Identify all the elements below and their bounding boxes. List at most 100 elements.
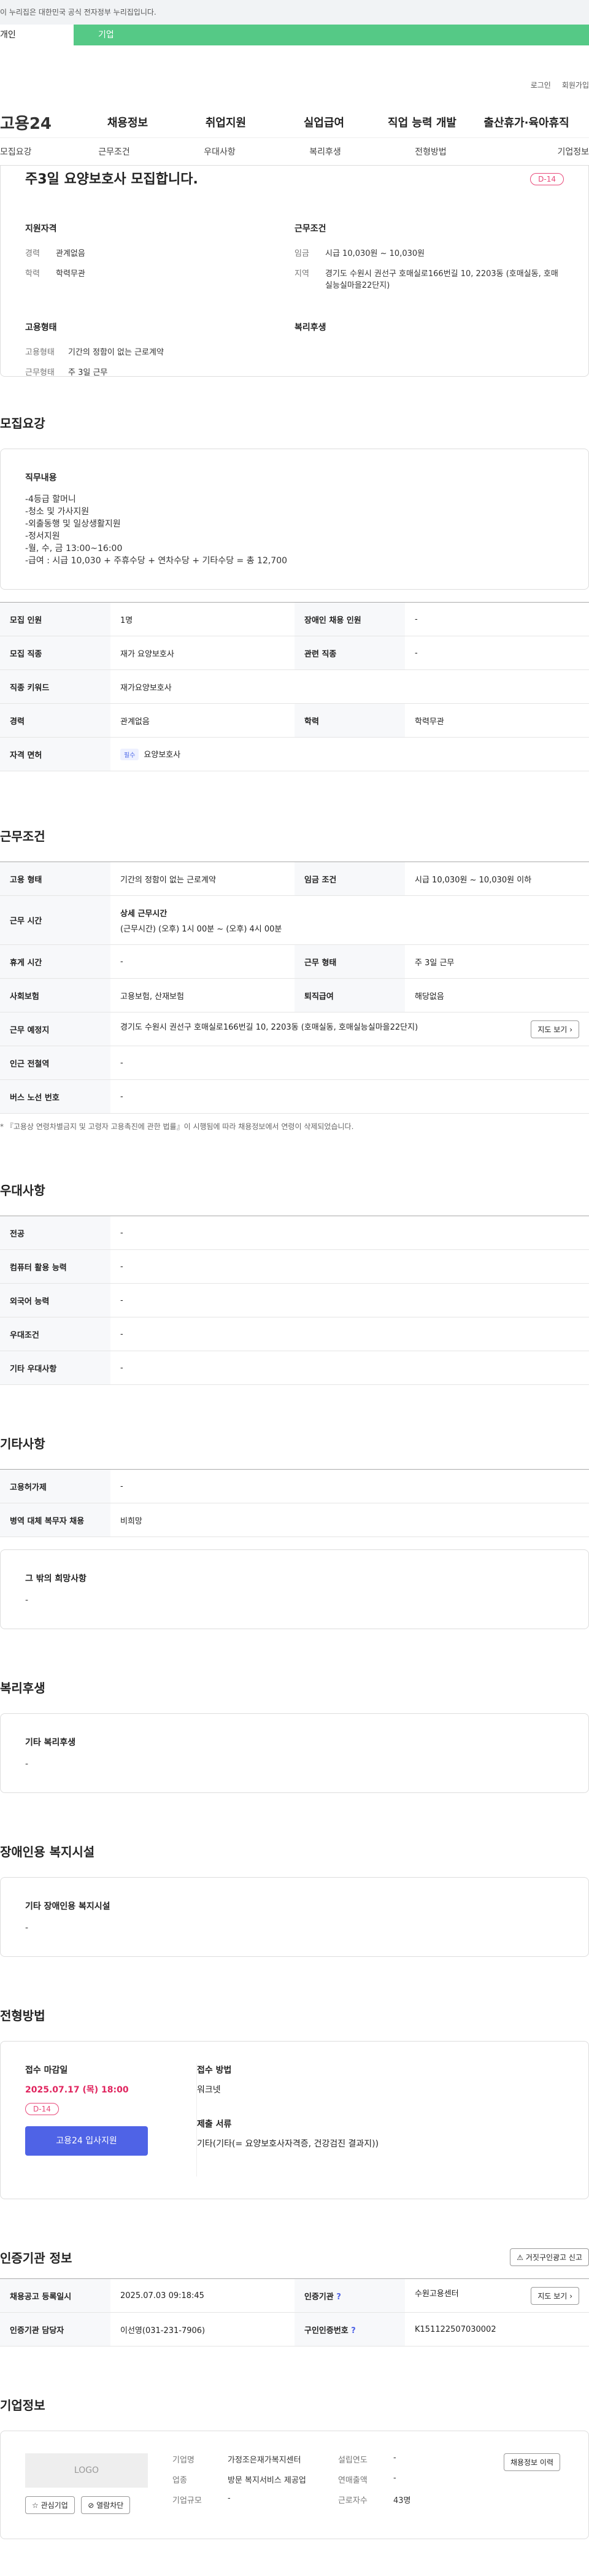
history-button[interactable]: 채용정보 이력	[503, 2453, 560, 2471]
table-row: 전공 -	[0, 1216, 589, 1250]
method-label: 접수 방법	[197, 2065, 232, 2075]
preference-heading: 우대사항	[0, 1183, 45, 1198]
row-label: 인증기관 담당자	[0, 2312, 110, 2347]
size-value: -	[228, 2494, 231, 2503]
name-label: 기업명	[172, 2456, 194, 2465]
help-icon[interactable]: ?	[351, 2326, 356, 2335]
apply-button[interactable]: 고용24 입사지원	[25, 2126, 148, 2156]
favorite-button[interactable]: ☆ 관심기업	[25, 2496, 75, 2514]
row-label: 고용허가제	[0, 1469, 110, 1503]
row-label: 우대조건	[0, 1317, 110, 1351]
row-value: 지도 보기 › 경기도 수원시 권선구 호매실로166번길 10, 2203동 (…	[110, 1012, 589, 1046]
row-value: -	[110, 944, 294, 979]
sales-value: -	[393, 2474, 396, 2483]
table-row: 병역 대체 복무자 채용 비희망	[0, 1503, 589, 1537]
row-label: 직종 키워드	[0, 669, 110, 704]
row-value: -	[110, 1079, 589, 1114]
star-icon: ☆	[32, 2501, 39, 2510]
row-value: -	[110, 1046, 589, 1080]
report-button[interactable]: ⚠ 거짓구인광고 신고	[510, 2248, 589, 2266]
row-label: 고용 형태	[0, 862, 110, 896]
table-row: 인근 전철역 -	[0, 1046, 589, 1080]
row-label: 모집 인원	[0, 602, 110, 636]
place-value: 경기도 수원시 권선구 호매실로166번길 10, 2203동 (호매실동, 호…	[120, 1022, 418, 1032]
welfare-label: 기타 복리후생	[25, 1738, 76, 1748]
row-label: 채용공고 등록일시	[0, 2278, 110, 2313]
table-row: 버스 노선 번호 -	[0, 1079, 589, 1114]
table-row: 기타 우대사항 -	[0, 1351, 589, 1385]
row-value: 학력무관	[405, 703, 589, 738]
row-label: 인근 전철역	[0, 1046, 110, 1080]
nav-unemployment-benefit[interactable]: 실업급여	[275, 114, 373, 130]
table-row: 고용허가제 -	[0, 1469, 589, 1503]
row-value: 관계없음	[110, 703, 294, 738]
emp-value: 기간의 정함이 없는 근로계약	[68, 348, 164, 357]
row-value: -	[405, 602, 589, 636]
table-row: 근무 예정지 지도 보기 › 경기도 수원시 권선구 호매실로166번길 10, 2…	[0, 1012, 589, 1046]
chevron-right-icon: ›	[569, 1025, 572, 1034]
deadline-label: 접수 마감일	[25, 2065, 68, 2075]
license-value: 요양보호사	[144, 750, 181, 760]
chevron-right-icon: ›	[569, 2291, 572, 2300]
table-row: 경력 관계없음 학력 학력무관	[0, 703, 589, 738]
wage-label: 임금	[294, 249, 309, 258]
org-value: 수원고용센터	[415, 2289, 459, 2299]
region-value: 경기도 수원시 권선구 호매실로166번길 10, 2203동 (호매실동, 호…	[325, 269, 558, 290]
warning-icon: ⚠	[517, 2253, 524, 2262]
nav-jobs[interactable]: 채용정보	[79, 114, 177, 130]
conditions-table: 고용 형태 기간의 정함이 없는 근로계약 임금 조건 시급 10,030원 ~ 10…	[0, 862, 589, 1114]
career-value: 관계없음	[56, 249, 85, 258]
tab-recruit[interactable]: 모집요강	[0, 145, 61, 158]
row-label: 휴게 시간	[0, 944, 110, 979]
row-label: 병역 대체 복무자 채용	[0, 1503, 110, 1537]
industry-value: 방문 복지서비스 제공업	[228, 2476, 306, 2485]
agency-heading: 인증기관 정보	[0, 2251, 72, 2266]
row-value: -	[110, 1469, 589, 1503]
row-value: -	[110, 1351, 589, 1385]
tab-selection[interactable]: 전형방법	[378, 145, 483, 158]
emp-type-heading: 고용형태	[25, 323, 57, 333]
selection-dday-badge: D-14	[25, 2103, 59, 2115]
page-bottom-spacer	[0, 2539, 589, 2576]
nav-skills[interactable]: 직업 능력 개발	[373, 114, 471, 130]
login-link[interactable]: 로그인	[531, 80, 551, 107]
disabled-label: 기타 장애인용 복지시설	[25, 1902, 110, 1911]
map-button-label: 지도 보기	[537, 1025, 568, 1034]
row-value: 고용보험, 산재보험	[110, 978, 294, 1012]
sales-label: 연매출액	[337, 2476, 368, 2485]
site-logo[interactable]: 고용24	[0, 111, 79, 134]
tab-company[interactable]: 기업정보	[483, 145, 589, 158]
tab-company[interactable]: 기업	[74, 25, 160, 45]
hours-value: (근무시간) (오후) 1시 00분 ~ (오후) 4시 00분	[120, 924, 282, 934]
agency-map-button[interactable]: 지도 보기 ›	[531, 2286, 579, 2305]
wage-value: 시급 10,030원 ~ 10,030원	[325, 249, 425, 258]
block-button[interactable]: ⊘ 열람차단	[81, 2496, 131, 2514]
map-button[interactable]: 지도 보기 ›	[531, 1020, 579, 1038]
row-value: 필수 요양보호사	[110, 737, 589, 771]
disabled-heading: 장애인용 복지시설	[0, 1845, 95, 1859]
row-label: 버스 노선 번호	[0, 1079, 110, 1114]
recruit-table: 모집 인원 1명 장애인 채용 인원 - 모집 직종 재가 요양보호사 관련 직종 - 직종…	[0, 602, 589, 771]
row-label: 관련 직종	[294, 636, 405, 670]
duty-content: -4등급 할머니 -청소 및 가사지원 -외출동행 및 일상생활지원 -정서지원…	[25, 495, 288, 566]
tab-preference[interactable]: 우대사항	[167, 145, 272, 158]
row-value: K151122507030002	[405, 2312, 589, 2347]
tab-conditions[interactable]: 근무조건	[61, 145, 167, 158]
row-value: -	[110, 1317, 589, 1351]
tab-personal[interactable]: 개인	[0, 25, 74, 45]
nav-leave[interactable]: 출산휴가·육아휴직	[471, 114, 582, 130]
signup-link[interactable]: 회원가입	[562, 80, 589, 107]
career-label: 경력	[25, 249, 40, 258]
table-row: 컴퓨터 활용 능력 -	[0, 1249, 589, 1284]
tab-welfare[interactable]: 복리후생	[272, 145, 378, 158]
nav-employment-support[interactable]: 취업지원	[177, 114, 275, 130]
extra-label: 그 밖의 희망사항	[25, 1574, 87, 1584]
utility-links: 로그인 회원가입	[0, 45, 589, 107]
region-label: 지역	[294, 269, 309, 279]
row-label: 사회보험	[0, 978, 110, 1012]
row-label: 근무 형태	[294, 944, 405, 979]
table-row: 우대조건 -	[0, 1317, 589, 1351]
dday-badge: D-14	[530, 173, 564, 185]
row-value: 지도 보기 › 수원고용센터	[405, 2278, 589, 2313]
help-icon[interactable]: ?	[336, 2293, 341, 2302]
